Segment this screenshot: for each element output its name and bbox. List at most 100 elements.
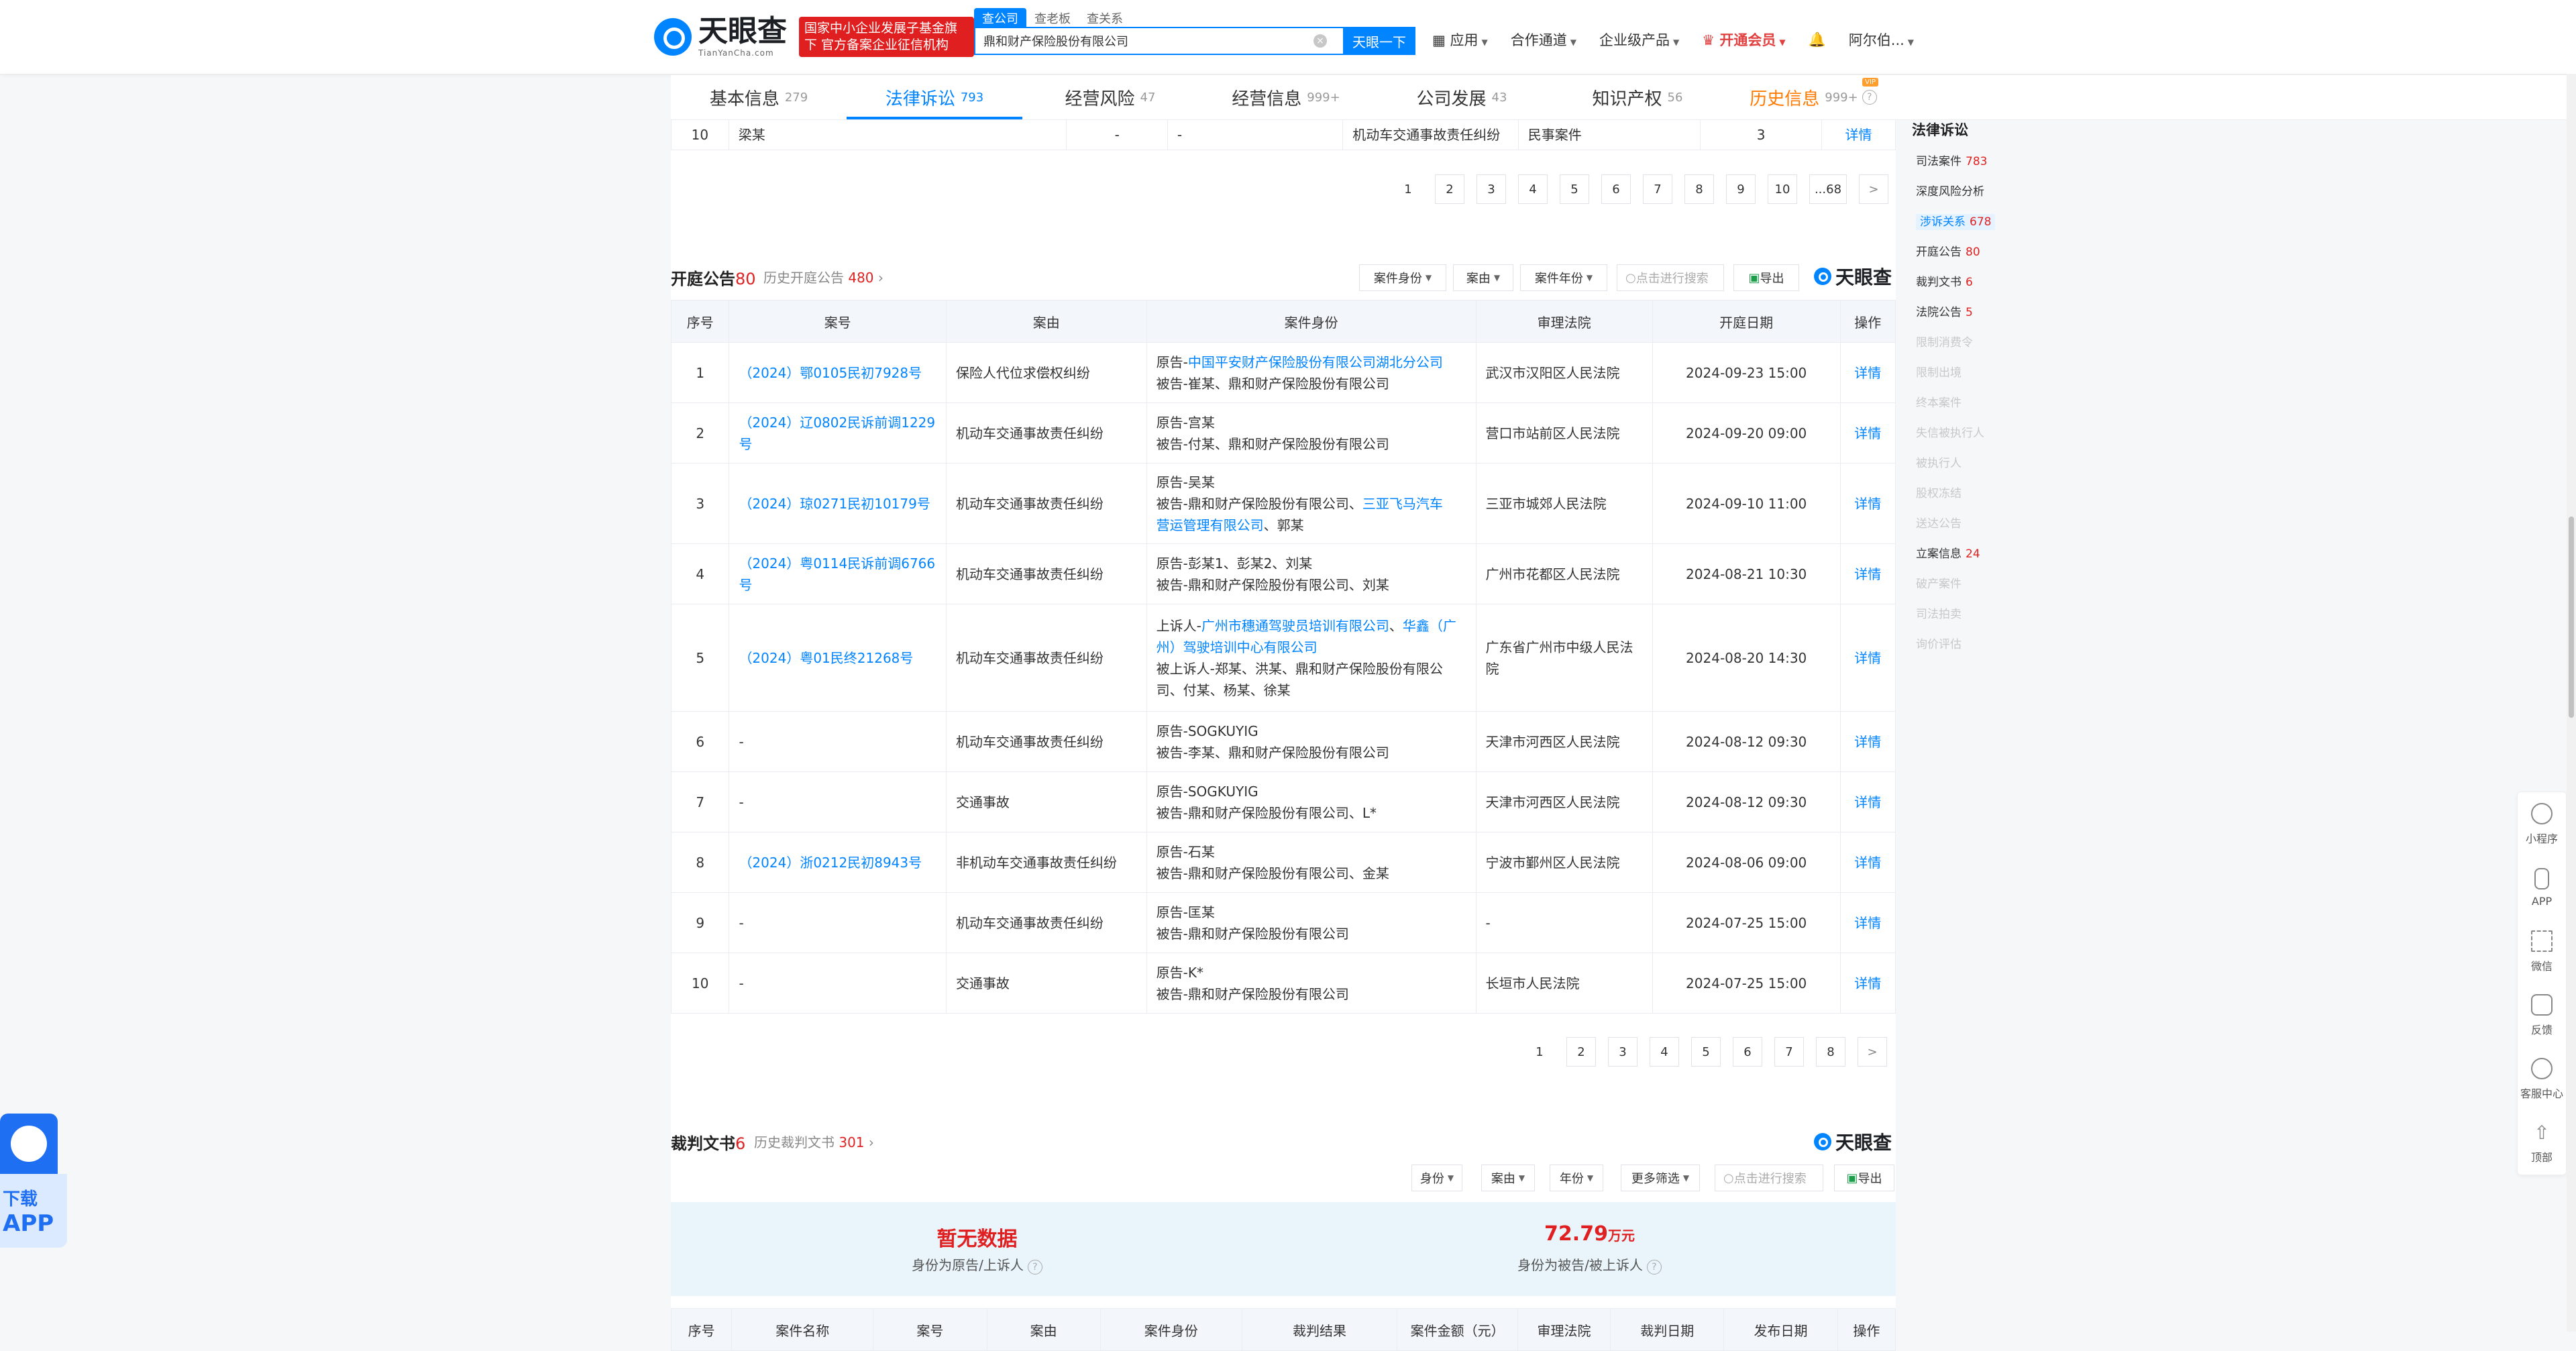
- sidebar-item[interactable]: 限制消费令: [1912, 333, 2012, 363]
- detail-link[interactable]: 详情: [1839, 402, 1896, 464]
- case-number[interactable]: （2024）浙0212民初8943号: [729, 832, 947, 893]
- nav-enterprise[interactable]: 企业级产品 ▼: [1599, 30, 1679, 50]
- case-parties: 上诉人-广州市穗通驾驶员培训有限公司、华鑫（广州）驾驶培训中心有限公司 被上诉人-…: [1146, 604, 1477, 712]
- filter-cause[interactable]: 案由 ▼: [1481, 1165, 1535, 1191]
- tab-risk[interactable]: 经营风险 47: [1022, 75, 1198, 119]
- sidebar-item[interactable]: 被执行人: [1912, 453, 2012, 484]
- tab-legal[interactable]: 法律诉讼 793: [847, 75, 1022, 119]
- page-8[interactable]: 8: [1684, 174, 1714, 204]
- judgment-export-button[interactable]: ▣ 导出: [1834, 1165, 1894, 1191]
- case-number[interactable]: （2024）鄂0105民初7928号: [729, 342, 947, 403]
- sidebar-item[interactable]: 询价评估: [1912, 635, 2012, 665]
- next-page-button[interactable]: >: [1859, 174, 1888, 204]
- tab-ip[interactable]: 知识产权 56: [1550, 75, 1725, 119]
- sidebar-item[interactable]: 失信被执行人: [1912, 423, 2012, 453]
- rail-service[interactable]: 客服中心: [2518, 1047, 2566, 1111]
- rail-miniprogram[interactable]: 小程序: [2518, 792, 2566, 856]
- page-10[interactable]: 10: [1768, 174, 1797, 204]
- hearing-history-link[interactable]: 历史开庭公告 480 ›: [763, 267, 883, 286]
- judgment-history-link[interactable]: 历史裁判文书 301 ›: [754, 1132, 874, 1151]
- rail-feedback[interactable]: 反馈: [2518, 983, 2566, 1047]
- page-7[interactable]: 7: [1774, 1037, 1804, 1067]
- sidebar-item[interactable]: 股权冻结: [1912, 484, 2012, 514]
- sidebar-item[interactable]: 终本案件: [1912, 393, 2012, 423]
- tab-basic-info[interactable]: 基本信息 279: [671, 75, 847, 119]
- sidebar-item[interactable]: 法院公告 5: [1912, 303, 2012, 333]
- page-5[interactable]: 5: [1560, 174, 1589, 204]
- sidebar-item[interactable]: 司法拍卖: [1912, 604, 2012, 635]
- next-page-button[interactable]: >: [1858, 1037, 1887, 1067]
- search-input[interactable]: [982, 33, 1307, 49]
- nav-partner[interactable]: 合作通道 ▼: [1511, 30, 1576, 50]
- detail-link[interactable]: 详情: [1839, 604, 1896, 712]
- filter-cause[interactable]: 案由 ▼: [1453, 264, 1513, 291]
- page-9[interactable]: 9: [1726, 174, 1756, 204]
- filter-case-role[interactable]: 案件身份 ▼: [1359, 264, 1446, 291]
- filter-more[interactable]: 更多筛选 ▼: [1621, 1165, 1700, 1191]
- search-tab-relation[interactable]: 查关系: [1079, 8, 1131, 28]
- hearing-date: 2024-08-06 09:00: [1652, 832, 1841, 893]
- page-5[interactable]: 5: [1691, 1037, 1721, 1067]
- filter-role[interactable]: 身份 ▼: [1411, 1165, 1462, 1191]
- scrollbar-thumb[interactable]: [2569, 517, 2574, 718]
- detail-link[interactable]: 详情: [1839, 543, 1896, 604]
- page-8[interactable]: 8: [1816, 1037, 1845, 1067]
- download-app-float[interactable]: 下载 APP: [0, 1114, 67, 1275]
- search-tab-company[interactable]: 查公司: [974, 8, 1026, 28]
- bell-icon[interactable]: 🔔: [1809, 32, 1826, 48]
- sidebar-item[interactable]: 立案信息 24: [1912, 544, 2012, 574]
- sidebar-item[interactable]: 司法案件 783: [1912, 152, 2012, 182]
- case-number[interactable]: （2024）粤01民终21268号: [729, 604, 947, 712]
- tab-business[interactable]: 经营信息 999+: [1198, 75, 1374, 119]
- page-last[interactable]: ...68: [1809, 174, 1847, 204]
- page-3[interactable]: 3: [1477, 174, 1506, 204]
- nav-apps[interactable]: ▦ 应用 ▼: [1432, 30, 1488, 50]
- rail-top[interactable]: ⇧ 顶部: [2518, 1111, 2566, 1175]
- nav-user[interactable]: 阿尔伯... ▼: [1849, 30, 1914, 50]
- judgment-search[interactable]: ○ 点击进行搜索: [1715, 1165, 1823, 1191]
- sidebar-item[interactable]: 破产案件: [1912, 574, 2012, 604]
- search-tab-boss[interactable]: 查老板: [1026, 8, 1079, 28]
- sidebar-item[interactable]: 裁判文书 6: [1912, 272, 2012, 303]
- rail-app[interactable]: APP: [2518, 856, 2566, 920]
- case-number[interactable]: （2024）辽0802民诉前调1229号: [729, 402, 947, 464]
- page-4[interactable]: 4: [1650, 1037, 1679, 1067]
- case-parties: 原告-SOGKUYIG 被告-鼎和财产保险股份有限公司、L*: [1146, 771, 1477, 832]
- page-6[interactable]: 6: [1733, 1037, 1762, 1067]
- hearing-search[interactable]: ○ 点击进行搜索: [1617, 264, 1724, 291]
- detail-link[interactable]: 详情: [1839, 953, 1896, 1014]
- page-1[interactable]: 1: [1525, 1037, 1554, 1067]
- sidebar-item[interactable]: 限制出境: [1912, 363, 2012, 393]
- logo[interactable]: 天眼查 TianYanCha.com 国家中小企业发展子基金旗下 官方备案企业征…: [654, 16, 974, 58]
- search-button[interactable]: 天眼一下: [1343, 27, 1415, 55]
- case-number[interactable]: （2024）琼0271民初10179号: [729, 463, 947, 544]
- page-7[interactable]: 7: [1643, 174, 1672, 204]
- page-3[interactable]: 3: [1608, 1037, 1638, 1067]
- page-2[interactable]: 2: [1435, 174, 1464, 204]
- rail-wechat[interactable]: 微信: [2518, 920, 2566, 983]
- page-2[interactable]: 2: [1566, 1037, 1596, 1067]
- detail-link[interactable]: 详情: [1821, 119, 1896, 150]
- detail-link[interactable]: 详情: [1839, 463, 1896, 544]
- nav-vip[interactable]: ♛ 开通会员 ▼: [1702, 30, 1785, 50]
- hearing-export-button[interactable]: ▣ 导出: [1733, 264, 1799, 291]
- tab-history[interactable]: 历史信息 999+? VIP: [1725, 75, 1901, 119]
- detail-link[interactable]: 详情: [1839, 771, 1896, 832]
- detail-link[interactable]: 详情: [1839, 711, 1896, 772]
- filter-year[interactable]: 年份 ▼: [1550, 1165, 1603, 1191]
- official-badge: 国家中小企业发展子基金旗下 官方备案企业征信机构: [799, 17, 974, 57]
- tab-development[interactable]: 公司发展 43: [1374, 75, 1550, 119]
- detail-link[interactable]: 详情: [1839, 342, 1896, 403]
- page-1[interactable]: 1: [1393, 174, 1423, 204]
- sidebar-item[interactable]: 送达公告: [1912, 514, 2012, 544]
- sidebar-item[interactable]: 开庭公告 80: [1912, 242, 2012, 272]
- page-4[interactable]: 4: [1518, 174, 1548, 204]
- sidebar-item[interactable]: 涉诉关系 678: [1912, 212, 2012, 242]
- detail-link[interactable]: 详情: [1839, 832, 1896, 893]
- case-number[interactable]: （2024）粤0114民诉前调6766号: [729, 543, 947, 604]
- filter-year[interactable]: 案件年份 ▼: [1520, 264, 1607, 291]
- page-6[interactable]: 6: [1601, 174, 1631, 204]
- detail-link[interactable]: 详情: [1839, 892, 1896, 953]
- sidebar-item[interactable]: 深度风险分析: [1912, 182, 2012, 212]
- clear-icon[interactable]: ×: [1313, 34, 1327, 48]
